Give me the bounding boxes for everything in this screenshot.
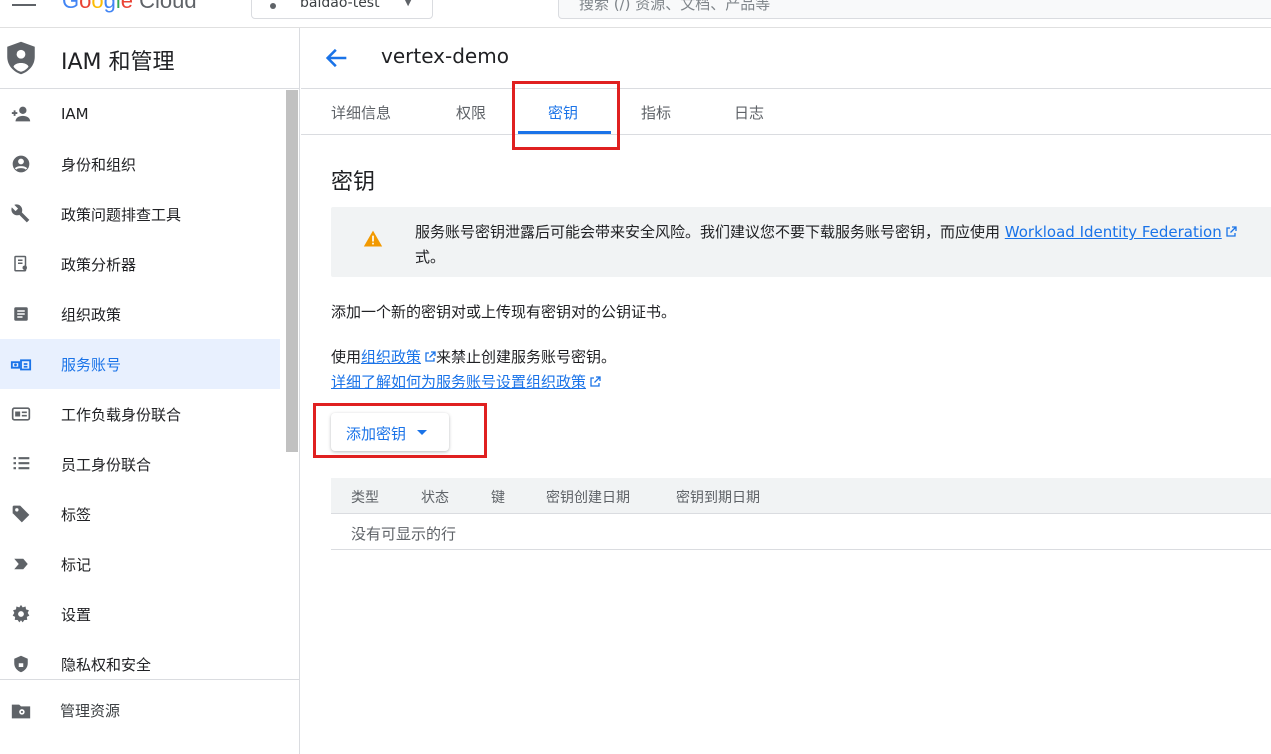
google-cloud-logo[interactable]: Google Cloud (62, 0, 197, 14)
external-link-icon (1226, 226, 1237, 237)
learn-more: 详细了解如何为服务账号设置组织政策 (331, 371, 601, 392)
service-account-icon (10, 353, 32, 375)
project-icon (270, 3, 276, 9)
tag-icon (10, 503, 32, 525)
highlight-box-tab (512, 81, 620, 150)
badge-icon (10, 403, 32, 425)
folder-settings-icon (10, 700, 32, 722)
description-text: 添加一个新的密钥对或上传现有密钥对的公钥证书。 (331, 303, 677, 321)
sidebar-header: IAM 和管理 (0, 28, 299, 89)
sidebar-item-label: 管理资源 (60, 702, 121, 720)
sidebar-item-label: 隐私权和安全 (61, 655, 152, 674)
shield-icon (7, 41, 35, 75)
sidebar-item-label: 政策分析器 (61, 255, 137, 274)
sidebar-item-iam[interactable]: IAM (0, 89, 299, 139)
warning-text: 服务账号密钥泄露后可能会带来安全风险。我们建议您不要下载服务账号密钥，而应使用 … (415, 220, 1237, 270)
sidebar-item-label: 设置 (61, 605, 92, 624)
workload-identity-link[interactable]: Workload Identity Federation (1005, 223, 1222, 241)
sidebar-item-labels[interactable]: 标记 (0, 539, 299, 589)
sidebar-item-label: 员工身份联合 (61, 455, 152, 474)
sidebar-item-identity[interactable]: 身份和组织 (0, 139, 299, 189)
account-circle-icon (10, 153, 32, 175)
column-header-created[interactable]: 密钥创建日期 (546, 487, 630, 507)
page-title: vertex-demo (381, 44, 509, 68)
sidebar-item-label: 工作负载身份联合 (61, 405, 182, 424)
project-name: baidao-test (300, 0, 380, 11)
learn-more-link[interactable]: 详细了解如何为服务账号设置组织政策 (331, 373, 586, 391)
sidebar-item-policy-analyzer[interactable]: 政策分析器 (0, 239, 299, 289)
org-policy-text: 使用组织政策 来禁止创建服务账号密钥。 (331, 348, 617, 366)
table-header: 类型 状态 键 密钥创建日期 密钥到期日期 (331, 478, 1271, 514)
person-add-icon (10, 103, 32, 125)
sidebar-item-service-accounts[interactable]: 服务账号 (0, 339, 280, 389)
wrench-icon (10, 203, 32, 225)
sidebar-item-label: 标签 (61, 505, 92, 524)
back-arrow-icon[interactable] (323, 44, 351, 72)
policy-analyzer-icon (10, 253, 32, 275)
tab-bar: 详细信息 权限 密钥 指标 日志 (301, 89, 1271, 135)
sidebar-item-label: 服务账号 (61, 355, 122, 374)
table-empty-row: 没有可显示的行 (331, 514, 1271, 550)
warning-icon (363, 230, 383, 247)
sidebar-scrollbar[interactable] (286, 90, 298, 452)
sidebar-item-workload-identity[interactable]: 工作负载身份联合 (0, 389, 299, 439)
label-icon (10, 553, 32, 575)
search-input[interactable]: 搜索 (/) 资源、文档、产品等 (558, 0, 1271, 19)
column-header-type[interactable]: 类型 (351, 487, 379, 507)
column-header-key[interactable]: 键 (491, 487, 505, 507)
sidebar-item-tags[interactable]: 标签 (0, 489, 299, 539)
sidebar: IAM 和管理 IAM 身份和组织 政策问题排查工具 政策分析器 组织政策 服务… (0, 28, 300, 754)
warning-banner: 服务账号密钥泄露后可能会带来安全风险。我们建议您不要下载服务账号密钥，而应使用 … (331, 207, 1271, 277)
list-icon (10, 453, 32, 475)
sidebar-item-settings[interactable]: 设置 (0, 589, 299, 639)
tab-permissions[interactable]: 权限 (456, 102, 486, 123)
sidebar-item-label: 政策问题排查工具 (61, 205, 182, 224)
empty-message: 没有可显示的行 (351, 525, 457, 543)
menu-icon[interactable] (12, 0, 36, 8)
project-selector[interactable]: baidao-test ▼ (251, 0, 433, 19)
sidebar-item-troubleshooter[interactable]: 政策问题排查工具 (0, 189, 299, 239)
shield-lock-icon (10, 653, 32, 675)
main-content: vertex-demo 详细信息 权限 密钥 指标 日志 密钥 服务账号密钥泄露… (301, 28, 1271, 754)
highlight-box-add-key (313, 403, 487, 458)
external-link-icon (425, 351, 436, 362)
article-icon (10, 303, 32, 325)
org-policy-link[interactable]: 组织政策 (361, 348, 421, 366)
top-bar: Google Cloud baidao-test ▼ 搜索 (/) 资源、文档、… (0, 0, 1271, 28)
sidebar-title: IAM 和管理 (61, 50, 175, 75)
tab-logs[interactable]: 日志 (734, 102, 764, 123)
sidebar-item-label: 组织政策 (61, 305, 122, 324)
external-link-icon (590, 376, 601, 387)
column-header-expires[interactable]: 密钥到期日期 (676, 487, 760, 507)
section-title: 密钥 (331, 170, 376, 195)
page-header: vertex-demo (301, 28, 1271, 89)
tab-metrics[interactable]: 指标 (641, 102, 671, 123)
gear-icon (10, 603, 32, 625)
sidebar-item-label: 标记 (61, 555, 92, 574)
sidebar-item-org-policies[interactable]: 组织政策 (0, 289, 299, 339)
chevron-down-icon: ▼ (404, 0, 412, 8)
tab-details[interactable]: 详细信息 (331, 102, 391, 123)
sidebar-item-label: 身份和组织 (61, 155, 137, 174)
sidebar-item-manage-resources[interactable]: 管理资源 (0, 679, 299, 739)
sidebar-item-label: IAM (61, 105, 89, 123)
column-header-status[interactable]: 状态 (421, 487, 449, 507)
sidebar-item-workforce-identity[interactable]: 员工身份联合 (0, 439, 299, 489)
